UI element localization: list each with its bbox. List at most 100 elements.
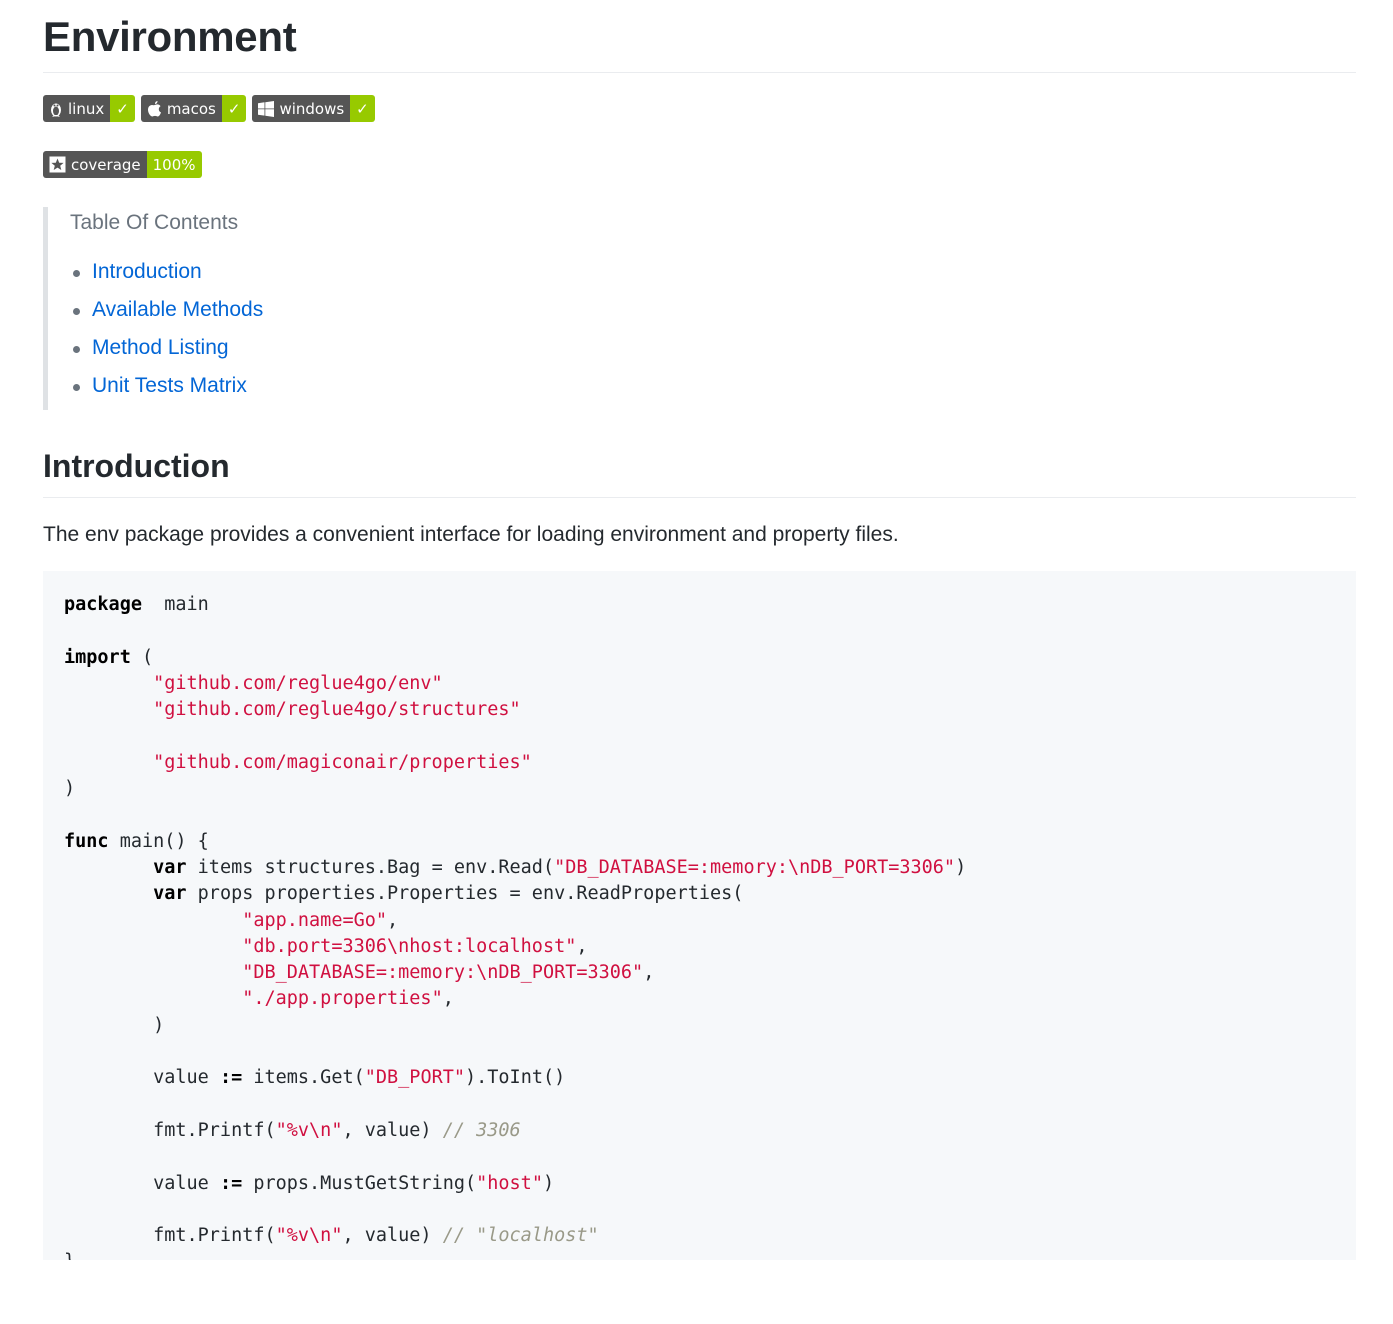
apple-icon (147, 100, 162, 117)
code-string: "DB_PORT" (364, 1067, 465, 1089)
code-keyword: var (153, 856, 187, 878)
toc-link-method-listing[interactable]: Method Listing (92, 336, 229, 359)
code-text: , (643, 962, 655, 984)
code-text: , value) (342, 1119, 443, 1141)
code-text: ( (130, 646, 154, 668)
code-text: , (442, 988, 454, 1010)
table-of-contents: Table Of Contents Introduction Available… (43, 207, 1356, 410)
toc-link-unit-tests-matrix[interactable]: Unit Tests Matrix (92, 374, 247, 397)
code-text: items structures.Bag = env.Read( (186, 856, 555, 878)
code-text: , (387, 909, 399, 931)
code-keyword: := (219, 1172, 243, 1194)
code-line: package main (64, 594, 209, 615)
code-keyword: var (153, 883, 187, 905)
badge-windows[interactable]: windows ✓ (252, 95, 375, 122)
code-text: } (64, 1251, 75, 1260)
list-item: Unit Tests Matrix (73, 367, 1356, 405)
code-line: value := items.Get("DB_PORT").ToInt() (64, 1067, 565, 1088)
badge-coverage[interactable]: coverage 100% (43, 151, 202, 178)
code-string: "github.com/magiconair/properties" (153, 751, 532, 773)
code-string: "DB_DATABASE=:memory:\nDB_PORT=3306" (554, 856, 956, 878)
code-line: "DB_DATABASE=:memory:\nDB_PORT=3306", (64, 962, 654, 983)
code-keyword: := (219, 1067, 243, 1089)
code-text: ) (64, 1014, 165, 1036)
code-line: import ( (64, 647, 153, 668)
code-text: value (64, 1172, 220, 1194)
section-heading-introduction: Introduction (43, 446, 1356, 498)
code-string: "host" (476, 1172, 543, 1194)
code-text: fmt.Printf( (64, 1225, 276, 1247)
list-item: Available Methods (73, 291, 1356, 329)
readme-page: Environment linux ✓ macos ✓ windows ✓ co… (0, 0, 1393, 1260)
code-line: } (64, 1251, 75, 1260)
code-comment: // "localhost" (442, 1225, 599, 1247)
code-text: props properties.Properties = env.ReadPr… (186, 883, 744, 905)
code-line: func main() { (64, 831, 209, 852)
code-line: var props properties.Properties = env.Re… (64, 883, 743, 904)
badge-status: ✓ (350, 95, 375, 122)
code-line: "github.com/reglue4go/env" (64, 673, 443, 694)
code-text: , (576, 935, 588, 957)
code-keyword: package (64, 594, 142, 615)
code-string: "github.com/reglue4go/env" (153, 672, 443, 694)
code-block[interactable]: package main import ( "github.com/reglue… (43, 571, 1356, 1260)
badge-status: ✓ (110, 95, 135, 122)
code-text: ) (64, 778, 76, 800)
code-text: ) (542, 1172, 555, 1194)
code-line: fmt.Printf("%v\n", value) // 3306 (64, 1120, 521, 1141)
os-badges: linux ✓ macos ✓ windows ✓ (43, 95, 1356, 122)
code-string: "github.com/reglue4go/structures" (153, 699, 521, 721)
code-line: fmt.Printf("%v\n", value) // "localhost" (64, 1225, 599, 1246)
code-line: "db.port=3306\nhost:localhost", (64, 935, 588, 957)
coverage-badges: coverage 100% (43, 151, 1356, 178)
badge-label: windows (279, 99, 345, 118)
code-content: package main import ( "github.com/reglue… (64, 594, 966, 1260)
page-title: Environment (43, 0, 1356, 73)
code-keyword: import (64, 646, 131, 668)
badge-label: coverage (71, 155, 141, 174)
code-line: ) (64, 1015, 164, 1036)
code-line: ) (64, 778, 75, 799)
code-string: "db.port=3306\nhost:localhost" (242, 935, 577, 957)
code-string: "%v\n" (275, 1225, 343, 1247)
code-string: "app.name=Go" (242, 909, 388, 931)
introduction-text: The env package provides a convenient in… (43, 523, 899, 546)
badge-linux[interactable]: linux ✓ (43, 95, 135, 122)
code-text: main (141, 594, 209, 615)
badge-macos[interactable]: macos ✓ (140, 95, 247, 122)
code-keyword: func (64, 830, 109, 852)
badge-label: macos (166, 99, 216, 118)
toc-link-available-methods[interactable]: Available Methods (92, 298, 263, 321)
code-text: ) (955, 856, 967, 878)
code-string: "DB_DATABASE=:memory:\nDB_PORT=3306" (242, 962, 644, 984)
toc-list: Introduction Available Methods Method Li… (70, 253, 1356, 405)
windows-icon (258, 100, 275, 117)
code-text: items.Get( (242, 1067, 365, 1089)
code-string: "./app.properties" (242, 988, 443, 1010)
code-text: props.MustGetString( (242, 1172, 477, 1194)
code-line: var items structures.Bag = env.Read("DB_… (64, 857, 966, 878)
toc-link-introduction[interactable]: Introduction (92, 260, 202, 283)
star-icon (49, 156, 66, 173)
code-text: , value) (342, 1225, 443, 1247)
code-text: ).ToInt() (465, 1067, 566, 1089)
code-line: "./app.properties", (64, 988, 454, 1009)
toc-title: Table Of Contents (70, 211, 239, 234)
badge-label: linux (68, 99, 105, 118)
list-item: Method Listing (73, 329, 1356, 367)
code-line: "app.name=Go", (64, 910, 398, 931)
code-string: "%v\n" (275, 1119, 343, 1141)
code-text: fmt.Printf( (64, 1119, 276, 1141)
badge-status: ✓ (221, 95, 247, 122)
badge-value: 100% (146, 151, 202, 178)
code-text: main() { (108, 830, 209, 852)
